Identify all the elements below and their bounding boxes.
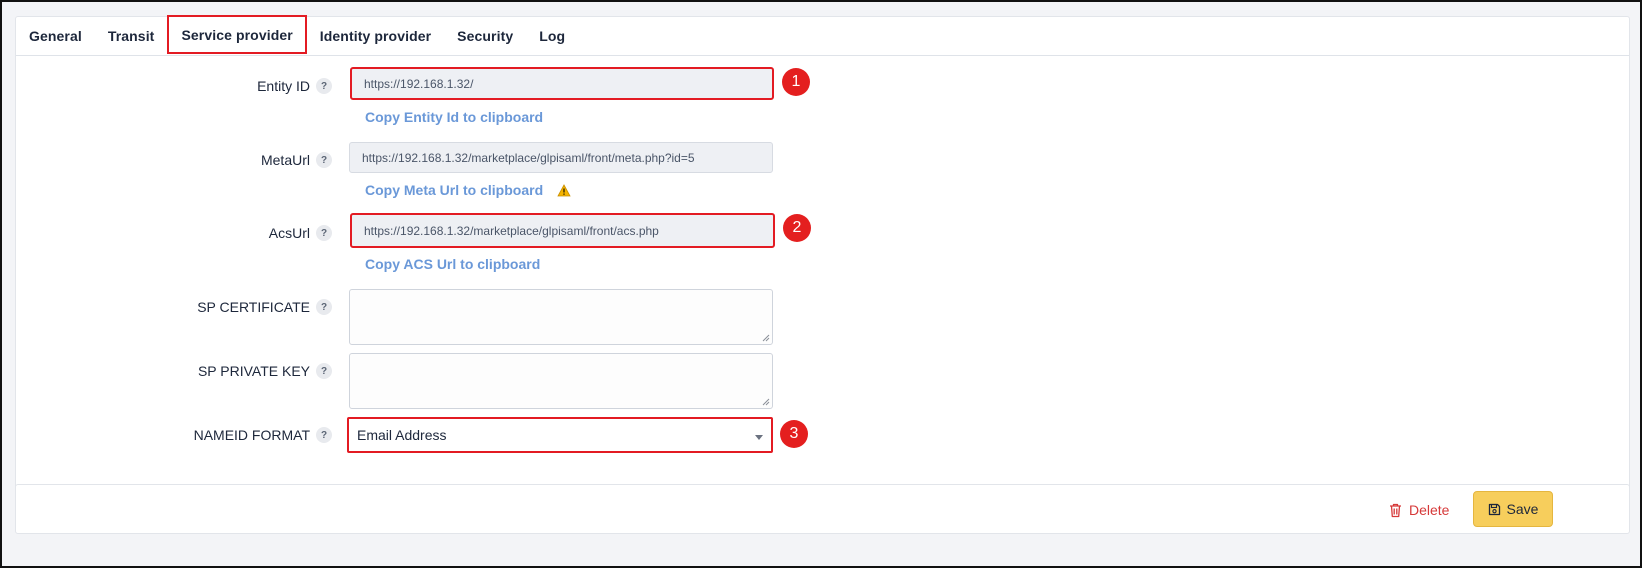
nameid-format-label-row: NAMEID FORMAT ? (116, 424, 332, 446)
warning-triangle-icon[interactable] (557, 184, 571, 197)
resize-handle-icon[interactable] (762, 398, 770, 406)
tab-bar: General Transit Service provider Identit… (16, 15, 1629, 56)
copy-entity-id-link[interactable]: Copy Entity Id to clipboard (365, 109, 543, 125)
acs-url-label-row: AcsUrl ? (116, 222, 332, 244)
nameid-format-select[interactable]: Email Address (347, 417, 773, 453)
annotation-badge-2: 2 (783, 214, 811, 242)
form-footer: Delete Save (15, 484, 1630, 534)
tab-transit[interactable]: Transit (95, 17, 168, 55)
tab-identity-provider[interactable]: Identity provider (307, 17, 444, 55)
tab-service-provider[interactable]: Service provider (167, 15, 307, 54)
chevron-down-icon (755, 435, 763, 440)
delete-label: Delete (1409, 502, 1450, 518)
sp-private-key-textarea[interactable] (349, 353, 773, 409)
copy-meta-url-link[interactable]: Copy Meta Url to clipboard (365, 182, 543, 198)
meta-url-field[interactable]: https://192.168.1.32/marketplace/glpisam… (349, 142, 773, 173)
acs-url-help-icon[interactable]: ? (316, 225, 332, 241)
save-button[interactable]: Save (1473, 491, 1553, 527)
entity-id-field[interactable]: https://192.168.1.32/ (350, 67, 774, 100)
meta-url-label-row: MetaUrl ? (116, 149, 332, 171)
sp-private-key-label-row: SP PRIVATE KEY ? (116, 360, 332, 382)
resize-handle-icon[interactable] (762, 334, 770, 342)
sp-private-key-help-icon[interactable]: ? (316, 363, 332, 379)
sp-certificate-textarea[interactable] (349, 289, 773, 345)
acs-url-label: AcsUrl (268, 225, 310, 241)
sp-private-key-label: SP PRIVATE KEY (197, 363, 310, 379)
tab-security[interactable]: Security (444, 17, 526, 55)
app-frame: General Transit Service provider Identit… (0, 0, 1642, 568)
nameid-format-help-icon[interactable]: ? (316, 427, 332, 443)
annotation-badge-3: 3 (780, 420, 808, 448)
entity-id-help-icon[interactable]: ? (316, 78, 332, 94)
config-card: General Transit Service provider Identit… (15, 15, 1630, 495)
nameid-format-selected: Email Address (357, 427, 447, 443)
delete-button[interactable]: Delete (1389, 498, 1449, 522)
sp-certificate-label-row: SP CERTIFICATE ? (116, 296, 332, 318)
entity-id-label: Entity ID (257, 78, 310, 94)
meta-url-label: MetaUrl (260, 152, 310, 168)
meta-url-help-icon[interactable]: ? (316, 152, 332, 168)
tab-general[interactable]: General (16, 17, 95, 55)
entity-id-label-row: Entity ID ? (116, 75, 332, 97)
sp-certificate-help-icon[interactable]: ? (316, 299, 332, 315)
tab-log[interactable]: Log (526, 17, 578, 55)
save-label: Save (1506, 501, 1539, 517)
nameid-format-label: NAMEID FORMAT (193, 427, 310, 443)
floppy-disk-icon (1488, 503, 1500, 515)
annotation-badge-1: 1 (782, 68, 810, 96)
acs-url-field[interactable]: https://192.168.1.32/marketplace/glpisam… (350, 213, 775, 248)
sp-certificate-label: SP CERTIFICATE (197, 299, 310, 315)
trash-icon (1390, 503, 1401, 517)
copy-acs-url-link[interactable]: Copy ACS Url to clipboard (365, 256, 540, 272)
